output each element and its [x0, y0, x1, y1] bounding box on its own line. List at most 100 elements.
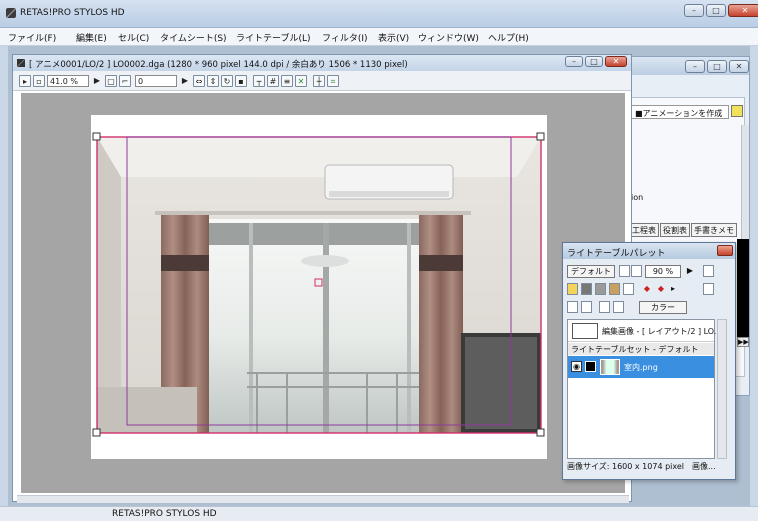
flip-horizontal-icon[interactable]: ⇔ [193, 75, 205, 87]
snap-icon[interactable]: ⌗ [327, 75, 339, 87]
edit-image-row[interactable]: 編集画像 - [ レイアウト/2 ] LO... [568, 320, 721, 342]
menu-lighttable[interactable]: ライトテーブル(L) [236, 31, 311, 44]
paper [91, 115, 547, 459]
menu-timesheet[interactable]: タイムシート(S) [160, 31, 227, 44]
menu-help[interactable]: ヘルプ(H) [488, 31, 529, 44]
reset-view-icon[interactable]: ▪ [235, 75, 247, 87]
tab-handwritten-memo[interactable]: 手書きメモ [691, 223, 737, 237]
close-icon[interactable]: ✕ [728, 4, 758, 17]
maximize-icon[interactable]: □ [706, 4, 726, 17]
onion-skin-icon[interactable] [631, 265, 642, 277]
grid-icon[interactable]: # [267, 75, 279, 87]
light-table-palette: ライトテーブルパレット デフォルト 90 % ▶ ◆ ◆ ▸ カラー 編集画像 … [562, 242, 736, 480]
color-swatch-icon[interactable] [585, 361, 596, 372]
flip-vertical-icon[interactable] [613, 301, 624, 313]
layer-row[interactable]: ◉ 室内.png [568, 356, 714, 378]
app-title-bar: RETAS!PRO STYLOS HD – □ ✕ [0, 0, 758, 28]
document-icon [17, 59, 25, 67]
zoom-field[interactable]: 41.0 % [47, 75, 89, 87]
preview-strip [737, 239, 749, 339]
app-title: RETAS!PRO STYLOS HD [20, 8, 125, 18]
menu-bar: ファイル(F) 編集(E) セル(C) タイムシート(S) ライトテーブル(L)… [0, 28, 758, 46]
preset-dropdown[interactable]: デフォルト [567, 265, 615, 278]
menu-file[interactable]: ファイル(F) [8, 31, 56, 44]
light-table-set-header: ライトテーブルセット - デフォルト [568, 343, 714, 355]
status-text: RETAS!PRO STYLOS HD [112, 509, 217, 519]
menu-window[interactable]: ウィンドウ(W) [418, 31, 479, 44]
ruler-icon[interactable]: ┬ [253, 75, 265, 87]
create-animation-icon[interactable] [731, 105, 743, 117]
actual-size-icon[interactable]: ▫ [33, 75, 45, 87]
page-icon[interactable]: ▢ [105, 75, 117, 87]
page-icon[interactable] [619, 265, 630, 277]
light-table-scrollbar[interactable] [717, 319, 727, 459]
animation-dropdown[interactable]: ■アニメーションを作成 [631, 105, 729, 119]
canvas-area[interactable] [21, 93, 625, 493]
light-table-list[interactable]: 編集画像 - [ レイアウト/2 ] LO... ライトテーブルセット - デフ… [567, 319, 721, 459]
flip-vertical-icon[interactable]: ⇕ [207, 75, 219, 87]
minimize-icon[interactable]: – [684, 4, 704, 17]
menu-view[interactable]: 表示(V) [378, 31, 409, 44]
end-icon[interactable] [703, 265, 714, 277]
close-icon[interactable]: ✕ [729, 60, 749, 73]
image-size-info: 画像サイズ: 1600 x 1074 pixel 画像... [567, 462, 716, 471]
right-panel-partial-text: ion [631, 193, 644, 202]
tab-process-table[interactable]: 工程表 [629, 223, 659, 237]
right-panel-titlebar: – □ ✕ [625, 57, 749, 75]
layer-mode-icon[interactable] [567, 301, 578, 313]
next-button[interactable]: ▶▶ [737, 337, 749, 347]
fit-window-icon[interactable]: ▸ [19, 75, 31, 87]
settings-icon[interactable] [703, 283, 714, 295]
menu-filter[interactable]: フィルタ(I) [322, 31, 368, 44]
arrow-right-icon[interactable]: ◆ [655, 283, 667, 296]
right-panel-controls: – □ ✕ [685, 60, 749, 73]
document-controls: – □ ✕ [565, 56, 627, 67]
frame-arrow-icon[interactable]: ▶ [181, 75, 189, 87]
light-table-title: ライトテーブルパレット [567, 249, 666, 259]
menu-cel[interactable]: セル(C) [118, 31, 149, 44]
window-controls: – □ ✕ [684, 4, 758, 17]
tab-role-table[interactable]: 役割表 [660, 223, 690, 237]
opacity-field[interactable]: 90 % [645, 265, 681, 278]
layer-thumbnail [600, 359, 620, 375]
maximize-icon[interactable]: □ [585, 56, 603, 67]
guide-icon[interactable]: ✕ [295, 75, 307, 87]
status-bar: RETAS!PRO STYLOS HD [0, 506, 758, 521]
minimize-icon[interactable]: – [685, 60, 705, 73]
play-icon[interactable]: ▸ [669, 283, 677, 296]
color-mode-dropdown[interactable]: カラー [639, 301, 687, 314]
open-folder-icon[interactable] [567, 283, 578, 295]
maximize-icon[interactable]: □ [707, 60, 727, 73]
layout-frame-overlay [92, 132, 545, 437]
frame-guide-icon[interactable]: ┼ [313, 75, 325, 87]
document-window: [ アニメ0001/LO/2 ] LO0002.dga (1280 * 960 … [12, 54, 632, 503]
retas-logo-icon [6, 8, 16, 18]
pin-icon[interactable] [595, 283, 606, 295]
page-turn-icon[interactable]: ⌐ [119, 75, 131, 87]
edit-image-label: 編集画像 - [ レイアウト/2 ] LO... [602, 327, 722, 336]
grid-lines-icon[interactable]: ≡ [281, 75, 293, 87]
arrow-left-icon[interactable]: ◆ [641, 283, 653, 296]
document-titlebar: [ アニメ0001/LO/2 ] LO0002.dga (1280 * 960 … [13, 55, 631, 71]
right-panel-tabs: 工程表 役割表 手書きメモ [625, 223, 751, 237]
dropdown-icon[interactable] [581, 301, 592, 313]
frame-field[interactable]: 0 [135, 75, 177, 87]
light-table-titlebar: ライトテーブルパレット [563, 243, 735, 259]
close-icon[interactable] [717, 245, 733, 256]
layer-name: 室内.png [624, 363, 658, 372]
flip-horizontal-icon[interactable] [599, 301, 610, 313]
register-icon[interactable] [609, 283, 620, 295]
opacity-arrow-icon[interactable]: ▶ [685, 265, 695, 278]
document-toolbar: ▸ ▫ 41.0 % ▶ ▢ ⌐ 0 ▶ ⇔ ⇕ ↻ ▪ ┬ # ≡ ✕ ┼ ⌗ [13, 71, 631, 91]
edit-image-thumbnail [572, 323, 598, 339]
horizontal-scrollbar[interactable] [17, 495, 629, 503]
reload-icon[interactable] [623, 283, 634, 295]
zoom-arrow-icon[interactable]: ▶ [93, 75, 101, 87]
menu-edit[interactable]: 編集(E) [76, 31, 107, 44]
minimize-icon[interactable]: – [565, 56, 583, 67]
document-title: [ アニメ0001/LO/2 ] LO0002.dga (1280 * 960 … [29, 60, 408, 70]
rotate-icon[interactable]: ↻ [221, 75, 233, 87]
delete-icon[interactable] [581, 283, 592, 295]
visibility-icon[interactable]: ◉ [571, 361, 582, 372]
close-icon[interactable]: ✕ [605, 56, 627, 67]
